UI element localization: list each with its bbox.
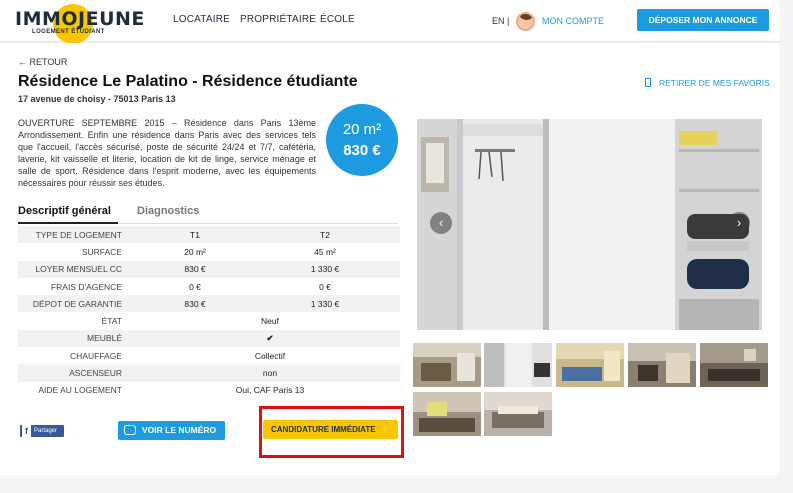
table-row: MEUBLÉ ✔ bbox=[18, 329, 400, 348]
spec-value: 45 m² bbox=[314, 246, 336, 257]
price-badge: 20 m² 830 € bbox=[326, 104, 398, 176]
thumbnail-image bbox=[556, 343, 624, 381]
spec-value: T1 bbox=[140, 226, 250, 244]
facebook-share-button[interactable]: Partager bbox=[20, 425, 64, 437]
spec-label: SURFACE bbox=[81, 246, 122, 257]
listing-description: OUVERTURE SEPTEMBRE 2015 – Résidence dan… bbox=[18, 118, 316, 189]
deposit-listing-button[interactable]: DÉPOSER MON ANNONCE bbox=[637, 9, 769, 31]
share-label: Partager bbox=[34, 428, 58, 434]
checkmark-icon: ✔ bbox=[140, 329, 400, 348]
listing-address: 17 avenue de choisy - 75013 Paris 13 bbox=[18, 94, 176, 104]
gallery-thumbnail[interactable] bbox=[484, 392, 552, 436]
spec-label: LOYER MENSUEL CC bbox=[18, 260, 140, 278]
thumbnail-image bbox=[413, 343, 481, 381]
bookmark-icon bbox=[645, 78, 651, 87]
spec-value: T2 bbox=[250, 226, 400, 244]
spec-label: ASCENSEUR bbox=[18, 364, 140, 382]
table-row: TYPE DE LOGEMENT T1 T2 bbox=[18, 226, 400, 244]
remove-favorite-link[interactable]: RETIRER DE MES FAVORIS bbox=[645, 78, 770, 88]
gallery-thumbnail[interactable] bbox=[484, 343, 552, 387]
thumbnail-image bbox=[484, 392, 552, 428]
tab-descriptif-general[interactable]: Descriptif général bbox=[18, 205, 111, 217]
gallery-thumbnail[interactable] bbox=[628, 343, 696, 387]
highlight-box bbox=[259, 406, 404, 458]
spec-label: TYPE DE LOGEMENT bbox=[18, 226, 140, 244]
spec-label: CHAUFFAGE bbox=[70, 350, 122, 361]
spec-value: Neuf bbox=[261, 316, 279, 327]
specs-table: TYPE DE LOGEMENT T1 T2 SURFACE 20 m² 45 … bbox=[18, 226, 400, 399]
price-rent: 830 € bbox=[343, 142, 381, 159]
spec-value: 1 330 € bbox=[250, 260, 400, 278]
listing-title: Résidence Le Palatino - Résidence étudia… bbox=[18, 73, 358, 90]
table-row: AIDE AU LOGEMENT Oui, CAF Paris 13 bbox=[18, 382, 400, 399]
account-link[interactable]: MON COMPTE bbox=[542, 16, 604, 26]
thumbnail-image bbox=[700, 343, 768, 381]
nav-proprietaire[interactable]: PROPRIÉTAIRE bbox=[240, 14, 316, 25]
avatar[interactable] bbox=[516, 12, 535, 31]
nav-locataire[interactable]: LOCATAIRE bbox=[173, 14, 230, 25]
immojeune-logo[interactable]: IMMOJEUNE LOGEMENT ÉTUDIANT bbox=[15, 4, 144, 44]
spec-value: Collectif bbox=[254, 350, 286, 361]
spec-value: 830 € bbox=[140, 295, 250, 313]
spec-label: AIDE AU LOGEMENT bbox=[38, 385, 122, 396]
top-navigation-bar: IMMOJEUNE LOGEMENT ÉTUDIANT LOCATAIRE PR… bbox=[0, 0, 779, 44]
main-photo[interactable] bbox=[417, 119, 762, 330]
table-row: ÉTAT Neuf bbox=[18, 312, 400, 329]
logo-text: IMMOJEUNE bbox=[15, 8, 145, 30]
gallery-thumbnail[interactable] bbox=[413, 343, 481, 387]
phone-icon bbox=[124, 425, 136, 435]
show-number-button[interactable]: VOIR LE NUMÉRO bbox=[118, 421, 225, 440]
active-tab-indicator bbox=[18, 222, 118, 224]
gallery-thumbnail[interactable] bbox=[700, 343, 768, 387]
language-switch[interactable]: EN | bbox=[492, 16, 509, 26]
table-row: FRAIS D'AGENCE 0 € 0 € bbox=[18, 278, 400, 295]
spec-value: 20 m² bbox=[184, 246, 206, 257]
remove-favorite-label: RETIRER DE MES FAVORIS bbox=[659, 78, 770, 88]
thumbnail-image bbox=[628, 343, 696, 383]
spec-value: Oui, CAF Paris 13 bbox=[235, 385, 305, 396]
logo-subtitle: LOGEMENT ÉTUDIANT bbox=[32, 29, 105, 35]
table-row: ASCENSEUR non bbox=[18, 364, 400, 382]
price-area: 20 m² bbox=[342, 121, 382, 138]
spec-value: 0 € bbox=[189, 281, 201, 292]
gallery-prev-button[interactable]: ‹ bbox=[430, 212, 452, 234]
spec-label: MEUBLÉ bbox=[18, 329, 140, 348]
thumbnail-image bbox=[484, 343, 550, 387]
nav-ecole[interactable]: ÉCOLE bbox=[320, 14, 355, 25]
spec-value: 1 330 € bbox=[250, 295, 400, 313]
spec-value: 0 € bbox=[319, 281, 331, 292]
show-number-label: VOIR LE NUMÉRO bbox=[142, 425, 217, 435]
spec-value: 830 € bbox=[140, 260, 250, 278]
spec-value: non bbox=[140, 364, 400, 382]
table-row: SURFACE 20 m² 45 m² bbox=[18, 243, 400, 260]
table-row: DÉPOT DE GARANTIE 830 € 1 330 € bbox=[18, 295, 400, 313]
gallery-thumbnail[interactable] bbox=[556, 343, 624, 387]
room-closet-photo bbox=[417, 119, 762, 330]
back-link[interactable]: ← RETOUR bbox=[18, 57, 67, 67]
spec-label: DÉPOT DE GARANTIE bbox=[18, 295, 140, 313]
table-row: LOYER MENSUEL CC 830 € 1 330 € bbox=[18, 260, 400, 278]
gallery-thumbnail[interactable] bbox=[413, 392, 481, 436]
thumbnail-image bbox=[413, 392, 481, 432]
spec-label: FRAIS D'AGENCE bbox=[50, 281, 122, 292]
tab-diagnostics[interactable]: Diagnostics bbox=[137, 205, 199, 217]
gallery-next-button[interactable]: › bbox=[728, 212, 750, 234]
table-row: CHAUFFAGE Collectif bbox=[18, 347, 400, 364]
spec-label: ÉTAT bbox=[101, 316, 122, 327]
